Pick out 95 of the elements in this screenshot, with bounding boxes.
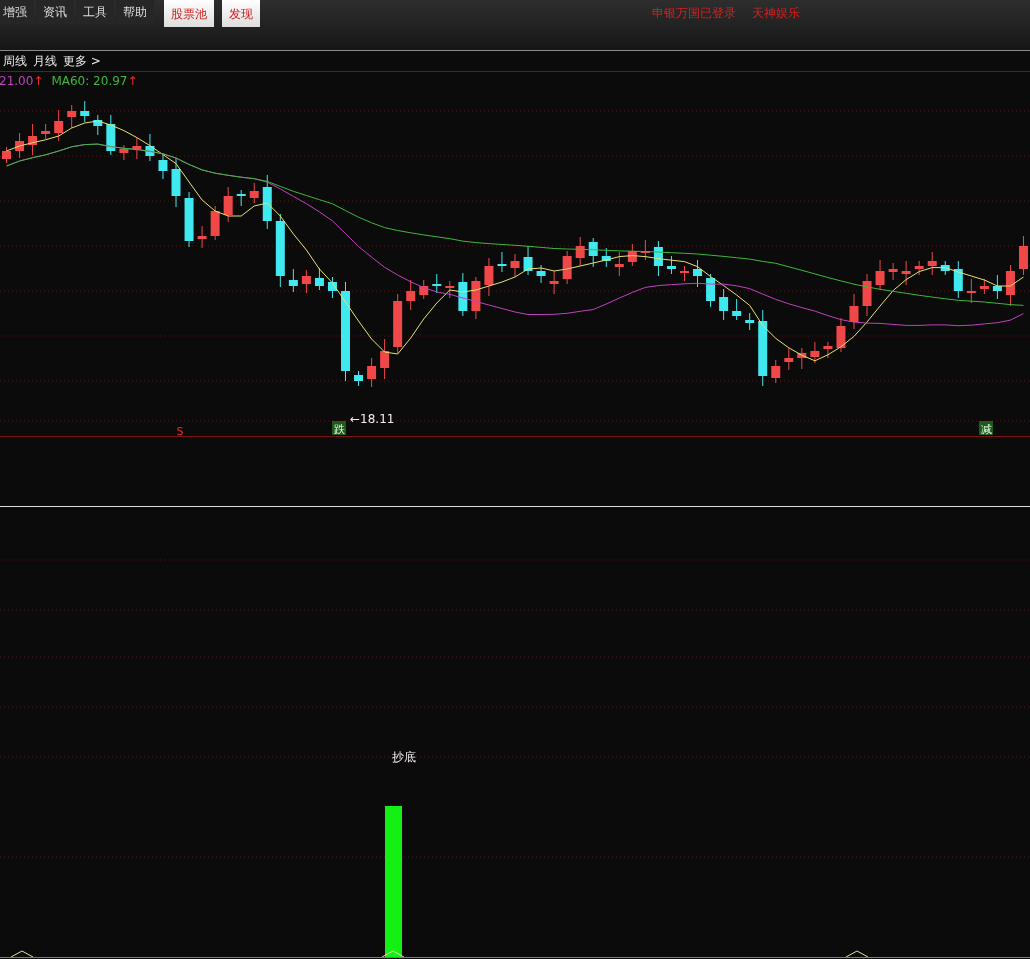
triangle-marker-icon (381, 950, 405, 958)
candle (510, 253, 520, 278)
arrow-icon: ↑ (127, 72, 138, 90)
candle (262, 174, 272, 230)
candle (992, 274, 1002, 300)
candle (849, 293, 859, 330)
candle (784, 347, 794, 371)
candle (732, 298, 742, 321)
candle (549, 270, 559, 295)
candle (145, 133, 155, 162)
candle (458, 272, 468, 317)
period-tab[interactable]: 月线 (30, 52, 60, 70)
candle (406, 279, 416, 311)
candle (432, 273, 442, 294)
candle (627, 243, 637, 267)
candle (653, 240, 663, 277)
menu-item[interactable]: 股票池 (164, 0, 214, 27)
candle (249, 182, 259, 204)
candle (354, 370, 364, 387)
candle (901, 260, 911, 286)
candle (601, 247, 611, 268)
candle (158, 152, 168, 180)
candle (966, 278, 976, 304)
candle (953, 260, 963, 299)
signal-marker: S (176, 425, 184, 437)
candle (28, 123, 38, 156)
candle (810, 341, 820, 364)
signal-tag: 跌 (332, 421, 346, 436)
candle (210, 205, 220, 241)
candle (536, 264, 546, 284)
status-text: 天神娱乐 (752, 5, 800, 22)
candle (640, 239, 650, 261)
triangle-marker-icon (845, 950, 869, 958)
candle (445, 280, 455, 299)
candle (471, 276, 481, 320)
status-text: 申银万国已登录 (652, 5, 736, 22)
candle (106, 114, 116, 156)
candle (706, 273, 716, 308)
candle (393, 293, 403, 354)
candle (380, 338, 390, 380)
candle (666, 255, 676, 275)
candle (940, 260, 950, 276)
signal-label: 抄底 (392, 750, 416, 764)
signal-tag: 减 (979, 421, 993, 436)
candle (288, 268, 298, 293)
candle (119, 144, 129, 161)
candle (693, 259, 703, 288)
candle (719, 288, 729, 321)
candle (680, 265, 689, 282)
candle (745, 312, 755, 331)
candle (184, 191, 194, 248)
candle (927, 251, 937, 276)
candle (197, 225, 207, 249)
low-price-label: ←18.11 (350, 412, 395, 426)
candle (979, 278, 989, 295)
candle (314, 267, 324, 291)
candle (862, 273, 872, 317)
candle (836, 317, 846, 353)
candle (771, 359, 781, 384)
candle (497, 251, 507, 273)
candle (419, 279, 429, 300)
candle (301, 269, 311, 294)
candle (484, 257, 494, 297)
candle (171, 157, 181, 208)
candle (523, 245, 533, 276)
candle (562, 250, 572, 285)
candle (132, 137, 142, 160)
menu-item[interactable]: 发现 (222, 0, 260, 27)
triangle-marker-icon (10, 950, 34, 958)
candle (327, 276, 337, 299)
candle (80, 100, 90, 123)
candle (67, 104, 77, 129)
candle (367, 357, 377, 388)
candle (2, 146, 11, 164)
candle (15, 132, 25, 159)
candle (588, 237, 598, 268)
candle (93, 114, 103, 136)
candle (888, 262, 898, 281)
candle (223, 186, 233, 223)
legend-value: MA60: 20.97 (51, 73, 128, 90)
candle (797, 347, 807, 370)
period-tab[interactable]: 周线 (0, 52, 30, 70)
arrow-icon: ↑ (33, 72, 44, 90)
candle (1005, 264, 1015, 307)
candle (1019, 235, 1028, 276)
candle (54, 109, 64, 142)
candle (875, 259, 885, 291)
candle (575, 236, 585, 267)
candle (823, 341, 833, 359)
candle (914, 260, 924, 276)
candle (614, 251, 624, 277)
legend-value: 21.00 (0, 73, 34, 90)
period-tab[interactable]: 更多 > (60, 52, 104, 70)
candle (236, 189, 246, 207)
candle (41, 123, 51, 140)
